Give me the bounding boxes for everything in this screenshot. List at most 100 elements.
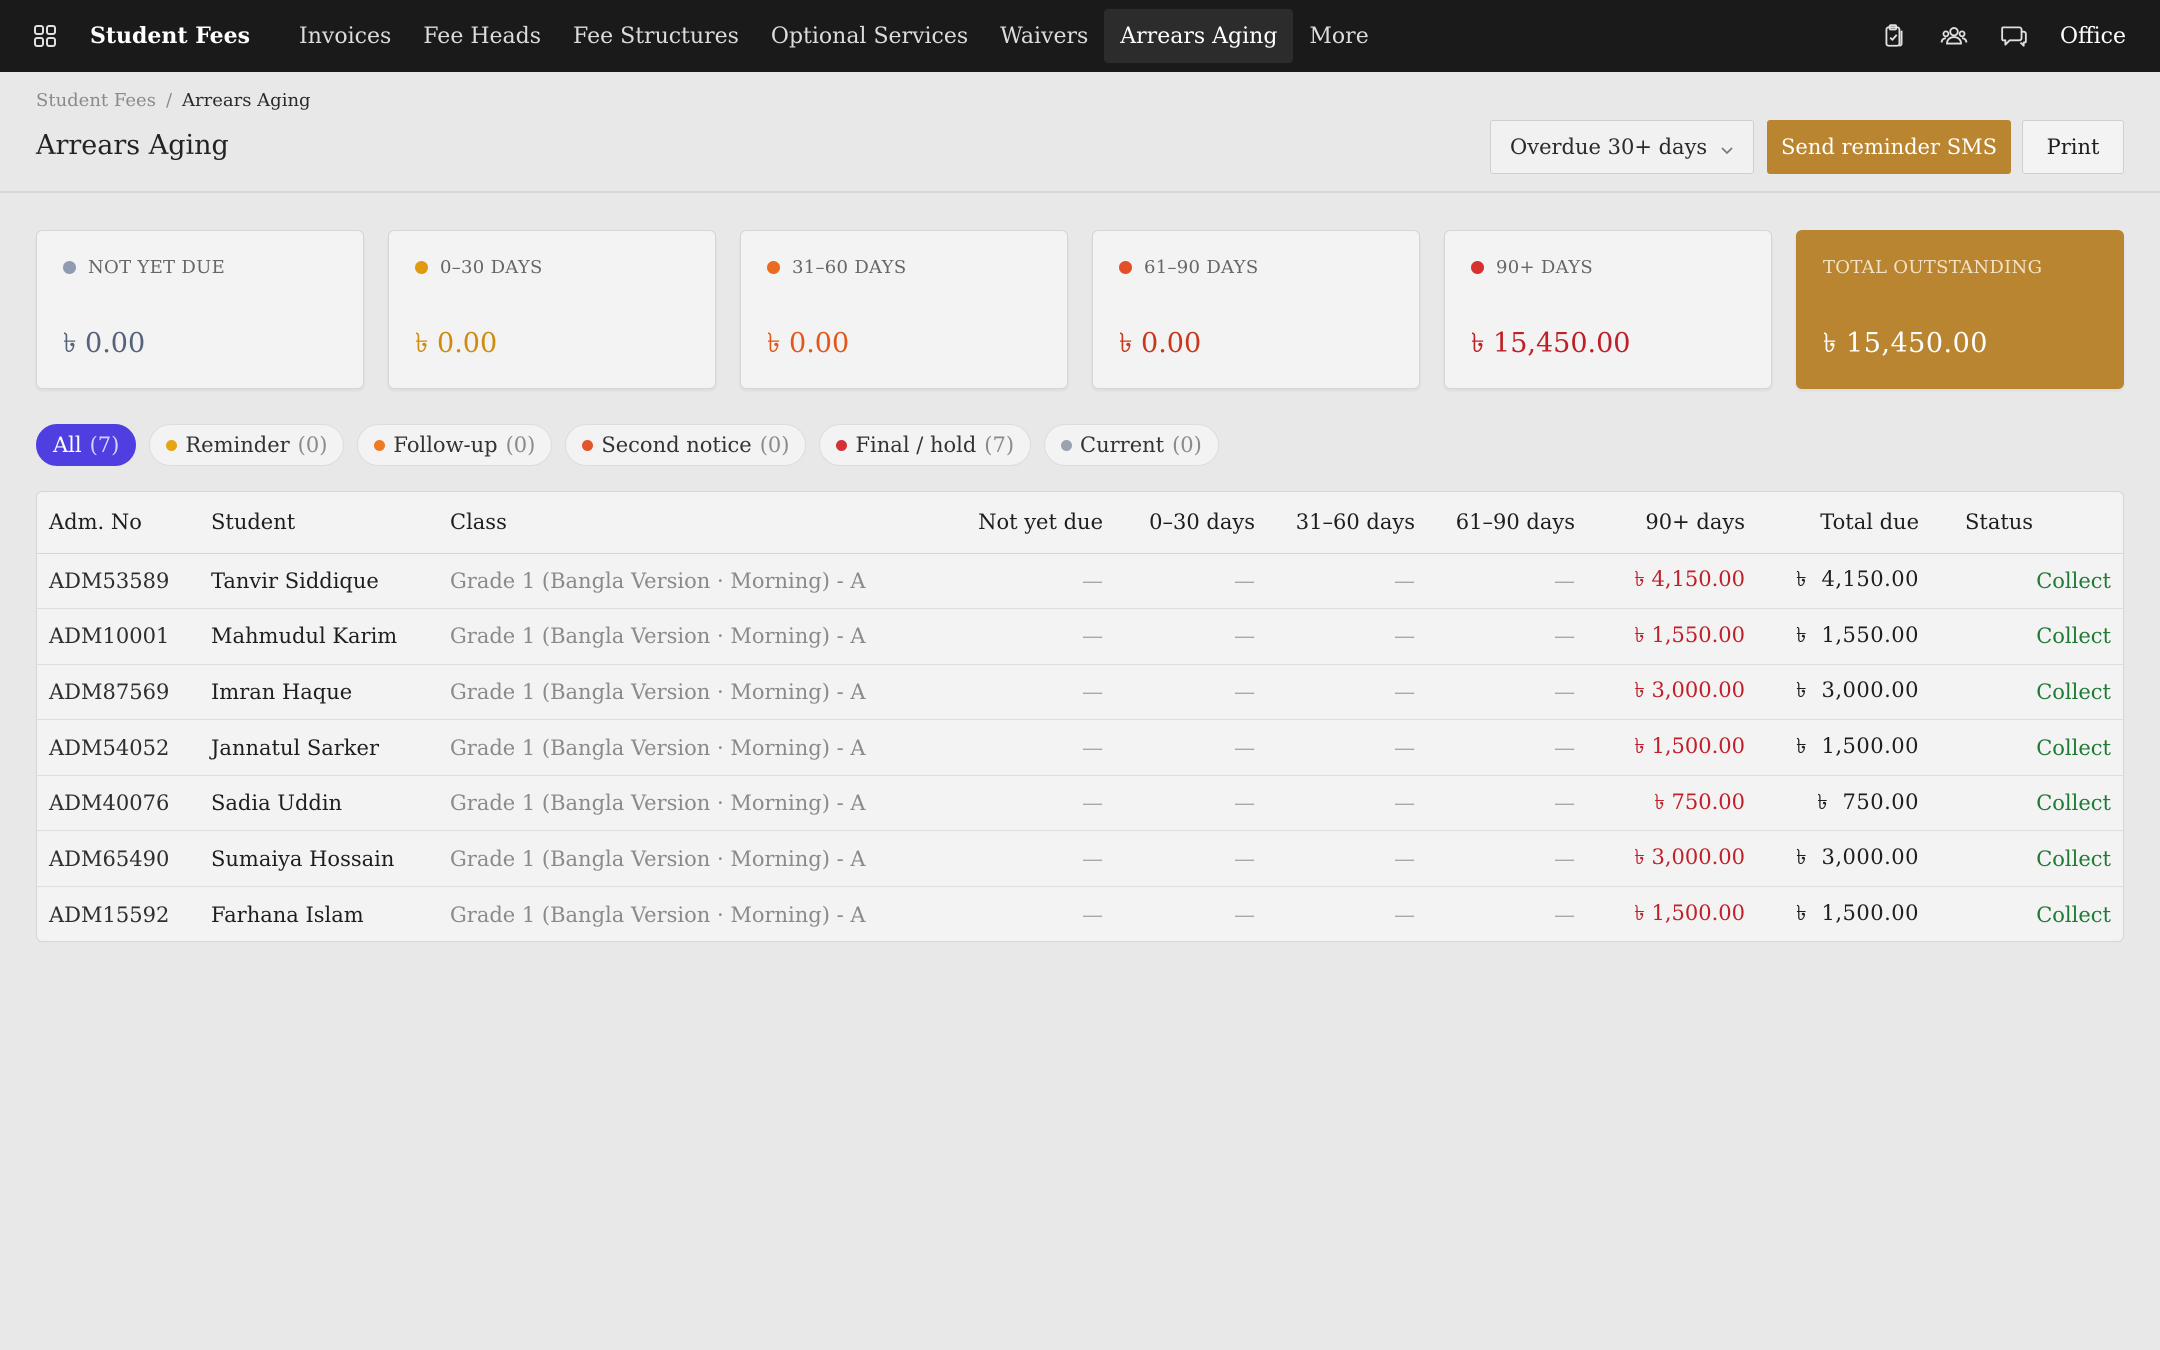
nav-link-arrears-aging[interactable]: Arrears Aging	[1104, 9, 1294, 63]
collect-link[interactable]: Collect	[1931, 719, 2123, 776]
nav-link-optional-services[interactable]: Optional Services	[755, 9, 984, 63]
nav-link-fee-structures[interactable]: Fee Structures	[557, 9, 755, 63]
collect-link[interactable]: Collect	[1931, 775, 2123, 832]
collect-link[interactable]: Collect	[1931, 830, 2123, 888]
card-total-outstanding: TOTAL OUTSTANDING ৳ 15,450.00	[1796, 230, 2124, 389]
card-label-row: 90+ DAYS	[1471, 257, 1593, 278]
table-row[interactable]: ADM87569 Imran Haque Grade 1 (Bangla Versi…	[37, 664, 2123, 721]
status-filter-chips: All (7) Reminder (0) Follow-up (0) Secon…	[36, 424, 1219, 466]
cell-total-due: ৳ 1,500.00	[1796, 901, 1919, 926]
cell-class: Grade 1 (Bangla Version · Morning) - A	[438, 830, 889, 888]
aging-summary-cards: NOT YET DUE ৳ 0.00 0–30 DAYS ৳ 0.00 31–6…	[36, 230, 2124, 389]
cell-61-90-days: —	[1427, 553, 1587, 610]
users-icon[interactable]	[1924, 0, 1984, 72]
overdue-filter-value: Overdue 30+ days	[1510, 135, 1708, 159]
cell-class: Grade 1 (Bangla Version · Morning) - A	[438, 608, 889, 665]
arrears-table: Adm. No Student Class Not yet due 0–30 d…	[37, 492, 2123, 941]
status-dot	[63, 261, 76, 274]
table-row[interactable]: ADM54052 Jannatul Sarker Grade 1 (Bangla V…	[37, 719, 2123, 776]
nav-link-more[interactable]: More	[1293, 9, 1384, 63]
cell-not-yet-due: —	[889, 719, 1115, 776]
card-value: ৳ 15,450.00	[1823, 328, 1988, 359]
chip-current[interactable]: Current (0)	[1044, 424, 1219, 466]
cell-class: Grade 1 (Bangla Version · Morning) - A	[438, 719, 889, 776]
chip-count: (0)	[505, 433, 536, 457]
apps-grid-icon[interactable]	[33, 24, 57, 48]
overdue-filter-select[interactable]: Overdue 30+ days	[1490, 120, 1754, 174]
chevron-down-icon	[1719, 139, 1735, 155]
col-header-31-60-days[interactable]: 31–60 days	[1267, 492, 1427, 554]
status-dot	[1471, 261, 1484, 274]
card-label-row: 31–60 DAYS	[767, 257, 906, 278]
breadcrumb-student-fees[interactable]: Student Fees	[36, 90, 156, 111]
cell-not-yet-due: —	[889, 664, 1115, 721]
col-header-adm-no[interactable]: Adm. No	[37, 492, 199, 554]
chip-count: (0)	[759, 433, 790, 457]
cell-class: Grade 1 (Bangla Version · Morning) - A	[438, 664, 889, 721]
cell-not-yet-due: —	[889, 775, 1115, 832]
collect-link[interactable]: Collect	[1931, 887, 2123, 941]
nav-link-waivers[interactable]: Waivers	[984, 9, 1104, 63]
cell-total-due: ৳ 1,500.00	[1757, 719, 1931, 776]
cell-student: Imran Haque	[199, 664, 438, 721]
cell-0-30-days: —	[1115, 830, 1267, 888]
chip-count: (0)	[297, 433, 328, 457]
cell-31-60-days: —	[1267, 830, 1427, 888]
chip-second-notice[interactable]: Second notice (0)	[565, 424, 807, 466]
chat-icon[interactable]	[1984, 0, 2044, 72]
chip-final-hold[interactable]: Final / hold (7)	[819, 424, 1032, 466]
status-dot	[166, 439, 178, 451]
nav-link-invoices[interactable]: Invoices	[283, 9, 407, 63]
card-value: ৳ 0.00	[415, 328, 498, 359]
cell-61-90-days: —	[1427, 664, 1587, 721]
cell-0-30-days: —	[1115, 775, 1267, 832]
table-row[interactable]: ADM10001 Mahmudul Karim Grade 1 (Bangla Ve…	[37, 608, 2123, 665]
chip-follow-up[interactable]: Follow-up (0)	[357, 424, 553, 466]
card-value: ৳ 0.00	[767, 328, 850, 359]
col-header-class[interactable]: Class	[438, 492, 889, 554]
cell-31-60-days: —	[1267, 608, 1427, 665]
col-header-total-due[interactable]: Total due	[1757, 492, 1931, 554]
col-header-61-90-days[interactable]: 61–90 days	[1427, 492, 1587, 554]
col-header-student[interactable]: Student	[199, 492, 438, 554]
breadcrumb-separator: /	[165, 90, 173, 111]
card-value: ৳ 0.00	[63, 328, 146, 359]
breadcrumb: Student Fees / Arrears Aging	[36, 90, 311, 111]
send-reminder-sms-button[interactable]: Send reminder SMS	[1767, 120, 2011, 174]
collect-link[interactable]: Collect	[1931, 664, 2123, 721]
cell-class: Grade 1 (Bangla Version · Morning) - A	[438, 553, 889, 610]
cell-0-30-days: —	[1115, 608, 1267, 665]
chip-reminder[interactable]: Reminder (0)	[149, 424, 345, 466]
cell-student: Sumaiya Hossain	[199, 830, 438, 888]
col-header-status[interactable]: Status	[1931, 492, 2123, 554]
col-header-not-yet-due[interactable]: Not yet due	[889, 492, 1115, 554]
clipboard-check-icon[interactable]	[1864, 0, 1924, 72]
status-dot	[582, 439, 594, 451]
cell-student: Tanvir Siddique	[199, 553, 438, 610]
chip-label: Second notice	[601, 433, 752, 457]
cell-student: Farhana Islam	[211, 902, 364, 927]
col-header-90-plus-days[interactable]: 90+ days	[1587, 492, 1757, 554]
card-90-plus-days: 90+ DAYS ৳ 15,450.00	[1444, 230, 1772, 389]
chip-all[interactable]: All (7)	[36, 424, 137, 466]
table-row[interactable]: ADM40076 Sadia Uddin Grade 1 (Bangla Versi…	[37, 775, 2123, 832]
cell-total-due: ৳ 3,000.00	[1757, 664, 1931, 721]
table-row[interactable]: ADM15592 Farhana Islam Grade 1 (Bangla Ver…	[37, 887, 2123, 941]
office-menu[interactable]: Office	[2060, 24, 2126, 49]
table-row[interactable]: ADM65490 Sumaiya Hossain Grade 1 (Bangla V…	[37, 830, 2123, 888]
cell-31-60-days: —	[1267, 719, 1427, 776]
table-row[interactable]: ADM53589 Tanvir Siddique Grade 1 (Bangla V…	[37, 553, 2123, 610]
cell-total-due: ৳ 4,150.00	[1757, 553, 1931, 610]
collect-link[interactable]: Collect	[1931, 553, 2123, 610]
card-label-row: 61–90 DAYS	[1119, 257, 1258, 278]
card-label: NOT YET DUE	[88, 257, 226, 278]
collect-link[interactable]: Collect	[1931, 608, 2123, 665]
chip-label: Current	[1080, 433, 1165, 457]
page-title: Arrears Aging	[36, 130, 229, 161]
breadcrumb-current: Arrears Aging	[182, 90, 311, 111]
col-header-0-30-days[interactable]: 0–30 days	[1115, 492, 1267, 554]
brand-title[interactable]: Student Fees	[90, 23, 250, 49]
nav-link-fee-heads[interactable]: Fee Heads	[407, 9, 557, 63]
card-not-yet-due: NOT YET DUE ৳ 0.00	[36, 230, 364, 389]
print-button[interactable]: Print	[2022, 120, 2124, 174]
